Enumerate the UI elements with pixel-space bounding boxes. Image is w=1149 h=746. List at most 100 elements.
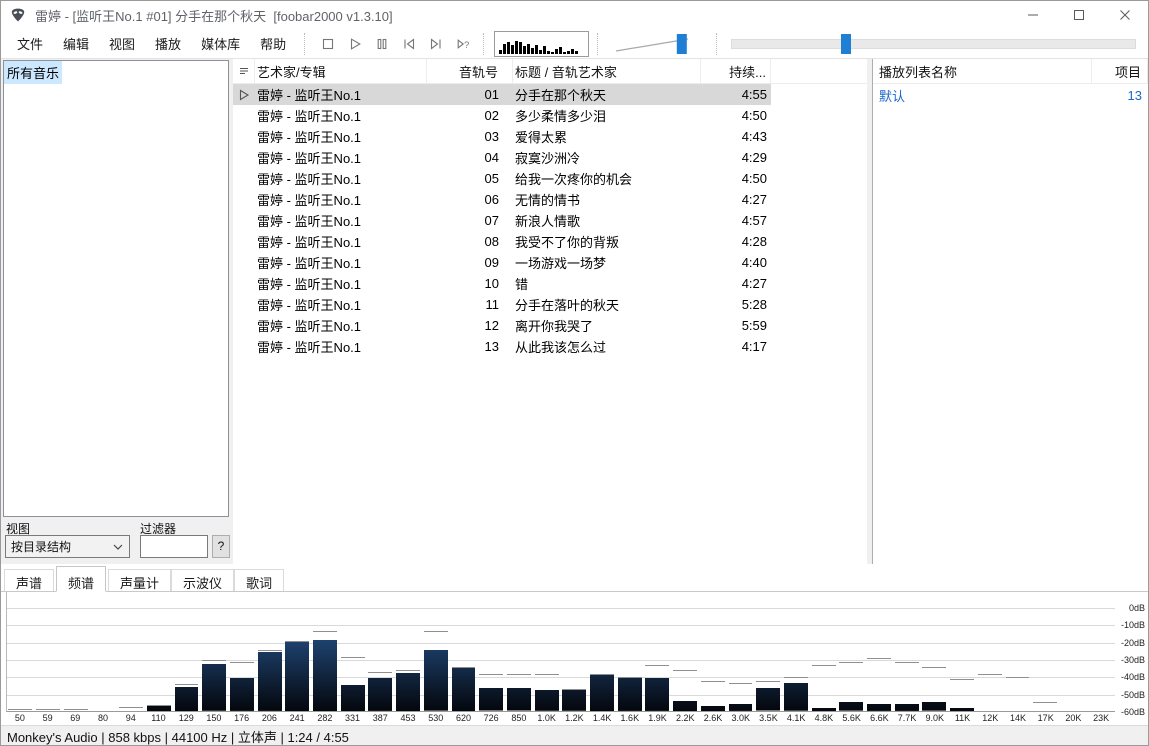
- playlist-row[interactable]: 雷婷 - 监听王No.1 13 从此我该怎么过 4:17: [233, 336, 771, 357]
- spectrum-plot: [6, 592, 1115, 712]
- column-header-playlist-name[interactable]: 播放列表名称: [873, 59, 1092, 83]
- peak-hold-line: [673, 670, 698, 672]
- tab-声谱[interactable]: 声谱: [4, 569, 55, 591]
- frequency-tick-label: 17K: [1037, 713, 1054, 723]
- frequency-tick-label: 14K: [1009, 713, 1026, 723]
- media-library-panel: 所有音乐 视图 过滤器 按目录结构 ?: [1, 59, 231, 564]
- playlist-list-row[interactable]: 默认 13: [873, 84, 1148, 106]
- column-header-item-count[interactable]: 项目: [1092, 59, 1148, 83]
- spectrum-bar: [756, 688, 781, 711]
- title-cell: 一场游戏一场梦: [515, 256, 607, 271]
- stop-button[interactable]: [315, 32, 340, 56]
- column-header-track-number[interactable]: 音轨号: [427, 59, 513, 83]
- volume-thumb: [676, 33, 687, 54]
- artist-cell: 雷婷 - 监听王No.1: [257, 256, 362, 271]
- peak-hold-line: [922, 666, 947, 668]
- db-tick-label: -40dB: [1120, 672, 1145, 683]
- spectrum-bar: [534, 690, 559, 711]
- column-header-title[interactable]: 标题 / 音轨艺术家: [513, 59, 701, 83]
- title-cell: 爱得太累: [515, 130, 568, 145]
- title-cell: 多少柔情多少泪: [515, 109, 607, 124]
- menu-item[interactable]: 文件: [7, 30, 53, 57]
- column-header-artist-album[interactable]: 艺术家/专辑: [255, 59, 427, 83]
- minimize-button[interactable]: [1010, 1, 1056, 29]
- mini-bar: [547, 50, 551, 54]
- spectrum-bar: [506, 688, 531, 711]
- playlist-row[interactable]: 雷婷 - 监听王No.1 02 多少柔情多少泪 4:50: [233, 105, 771, 126]
- library-item-all-music[interactable]: 所有音乐: [4, 61, 63, 84]
- menu-item[interactable]: 视图: [99, 30, 145, 57]
- spectrum-bar: [479, 688, 504, 711]
- playlist-row[interactable]: 雷婷 - 监听王No.1 05 给我一次疼你的机会 4:50: [233, 168, 771, 189]
- track-number-cell: 11: [485, 297, 500, 312]
- frequency-tick-label: 59: [42, 713, 53, 723]
- peak-hold-line: [479, 673, 504, 675]
- frequency-tick-label: 331: [345, 713, 361, 723]
- track-number-cell: 13: [484, 339, 499, 354]
- playlist-row[interactable]: 雷婷 - 监听王No.1 01 分手在那个秋天 4:55: [233, 84, 771, 105]
- filter-input[interactable]: [140, 535, 208, 558]
- previous-button[interactable]: [396, 32, 421, 56]
- playlist-row[interactable]: 雷婷 - 监听王No.1 06 无情的情书 4:27: [233, 189, 771, 210]
- playlist-row[interactable]: 雷婷 - 监听王No.1 12 离开你我哭了 5:59: [233, 315, 771, 336]
- view-dropdown[interactable]: 按目录结构: [5, 535, 130, 558]
- column-header-duration[interactable]: 持续...: [701, 59, 771, 83]
- volume-slider[interactable]: [608, 31, 708, 57]
- random-icon: ?: [457, 38, 469, 51]
- playlist-row[interactable]: 雷婷 - 监听王No.1 04 寂寞沙洲冷 4:29: [233, 147, 771, 168]
- close-button[interactable]: [1102, 1, 1148, 29]
- seek-thumb[interactable]: [841, 33, 852, 54]
- frequency-tick-label: 726: [483, 713, 499, 723]
- tab-歌词[interactable]: 歌词: [234, 569, 285, 591]
- peak-hold-line: [617, 677, 642, 679]
- playlist-row[interactable]: 雷婷 - 监听王No.1 08 我受不了你的背叛 4:28: [233, 231, 771, 252]
- playlist-row[interactable]: 雷婷 - 监听王No.1 07 新浪人情歌 4:57: [233, 210, 771, 231]
- tab-声量计[interactable]: 声量计: [108, 569, 172, 591]
- peak-hold-line: [811, 665, 836, 667]
- frequency-tick-label: 176: [234, 713, 250, 723]
- db-tick-label: -20dB: [1120, 637, 1145, 648]
- peak-hold-line: [645, 665, 670, 667]
- artist-cell: 雷婷 - 监听王No.1: [257, 319, 362, 334]
- mini-bar: [563, 51, 567, 54]
- playlist-panel: 艺术家/专辑 音轨号 标题 / 音轨艺术家 持续... 雷婷 - 监听王No.1…: [233, 59, 867, 564]
- playing-column-header[interactable]: [233, 59, 255, 83]
- seek-bar[interactable]: [731, 31, 1136, 57]
- mini-bar: [511, 44, 515, 54]
- tab-示波仪[interactable]: 示波仪: [171, 569, 235, 591]
- mini-bar: [551, 51, 555, 54]
- frequency-tick-label: 620: [455, 713, 471, 723]
- library-controls: 视图 过滤器 按目录结构 ?: [3, 517, 230, 564]
- artist-cell: 雷婷 - 监听王No.1: [257, 193, 362, 208]
- playlist-row[interactable]: 雷婷 - 监听王No.1 10 错 4:27: [233, 273, 771, 294]
- menu-item[interactable]: 播放: [145, 30, 191, 57]
- filter-help-button[interactable]: ?: [212, 535, 230, 558]
- maximize-button[interactable]: [1056, 1, 1102, 29]
- title-cell: 给我一次疼你的机会: [515, 172, 633, 187]
- duration-cell: 4:43: [741, 129, 767, 144]
- playlist-row[interactable]: 雷婷 - 监听王No.1 11 分手在落叶的秋天 5:28: [233, 294, 771, 315]
- library-list[interactable]: 所有音乐: [3, 60, 229, 517]
- title-cell: 寂寞沙洲冷: [515, 151, 581, 166]
- random-button[interactable]: ?: [450, 32, 475, 56]
- peak-hold-line: [1005, 677, 1030, 679]
- pause-button[interactable]: [369, 32, 394, 56]
- tab-频谱[interactable]: 频谱: [56, 566, 107, 592]
- spectrum-bar: [673, 700, 698, 711]
- menu-item[interactable]: 帮助: [250, 30, 296, 57]
- seek-track[interactable]: [731, 38, 1136, 49]
- db-gridline: [7, 660, 1115, 661]
- spectrum-bar: [922, 702, 947, 711]
- playlist-row[interactable]: 雷婷 - 监听王No.1 09 一场游戏一场梦 4:40: [233, 252, 771, 273]
- playlist-row[interactable]: 雷婷 - 监听王No.1 03 爱得太累 4:43: [233, 126, 771, 147]
- spectrum-bar: [811, 707, 836, 711]
- frequency-tick-label: 206: [261, 713, 277, 723]
- menu-item[interactable]: 编辑: [53, 30, 99, 57]
- spectrum-bar: [867, 704, 891, 711]
- peak-hold-line: [229, 661, 254, 663]
- menu-item[interactable]: 媒体库: [191, 30, 250, 57]
- next-button[interactable]: [423, 32, 448, 56]
- play-button[interactable]: [342, 32, 367, 56]
- spectrum-bar: [950, 707, 975, 711]
- spectrum-bar: [562, 690, 587, 711]
